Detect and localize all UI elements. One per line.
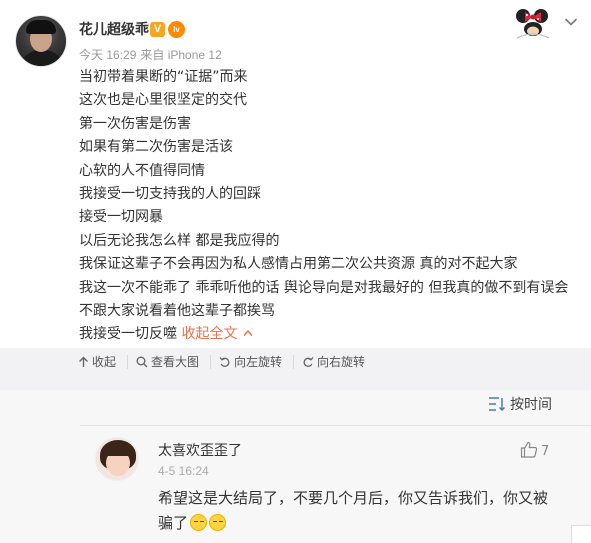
post-line: 接受一切网暴 <box>79 209 163 226</box>
sort-by-time-button[interactable]: 按时间 <box>488 394 552 414</box>
minnie-pendant-icon <box>516 9 550 39</box>
chevron-up-icon <box>243 330 254 337</box>
image-toolbar: 收起 查看大图 向左旋转 向右旋转 <box>0 348 591 376</box>
post-content: 当初带着果断的“证据”而来 这次也是心里很坚定的交代 第一次伤害是伤害 如果有第… <box>79 66 579 347</box>
username[interactable]: 花儿超级乖 <box>79 19 149 39</box>
rotate-right-icon <box>303 357 314 367</box>
scroll-corner <box>571 525 591 543</box>
post-line: 以后无论我怎么样 都是我应得的 <box>79 232 280 249</box>
emoji-icon <box>209 514 227 531</box>
post-source: 来自 iPhone 12 <box>140 48 222 62</box>
post-line: 当初带着果断的“证据”而来 <box>79 69 248 85</box>
post-line: 如果有第二次伤害是活该 <box>79 139 233 156</box>
post-line: 不跟大家说看着他这辈子都挨骂 <box>79 303 275 320</box>
post-line: 第一次伤害是伤害 <box>79 115 191 132</box>
like-count: 7 <box>541 444 550 459</box>
post-line-text: 我接受一切反噬 <box>79 326 177 343</box>
collapse-button[interactable]: 收起 <box>78 348 116 376</box>
commenter-avatar[interactable] <box>95 437 139 481</box>
post-line: 我接受一切支持我的人的回踩 <box>79 186 261 203</box>
toolbar-divider <box>127 355 128 369</box>
verified-badge: V <box>150 22 165 37</box>
collapse-text-link[interactable]: 收起全文 <box>181 326 254 343</box>
emoji-icon <box>190 514 208 531</box>
sort-icon <box>489 397 506 412</box>
post-line: 心软的人不值得同情 <box>79 162 205 179</box>
post-line-last: 我接受一切反噬 收起全文 <box>79 323 579 346</box>
weibo-post: 花儿超级乖 V lv 今天 16:29 来自 iPhone 12 当初带着果断的“… <box>0 0 591 348</box>
rotate-left-button[interactable]: 向左旋转 <box>219 348 282 376</box>
post-line: 这次也是心里很坚定的交代 <box>79 92 247 109</box>
search-icon <box>136 356 148 368</box>
toolbar-divider <box>293 355 294 369</box>
user-avatar[interactable] <box>15 15 67 67</box>
toolbar-divider <box>210 355 211 369</box>
comment-time: 4-5 16:24 <box>158 464 209 478</box>
collapse-label: 收起全文 <box>181 326 238 343</box>
sort-label: 按时间 <box>510 397 552 413</box>
chevron-down-icon[interactable] <box>563 14 579 30</box>
collapse-button-label: 收起 <box>92 355 117 369</box>
comments-section: 按时间 太喜欢歪歪了 7 4-5 16:24 希望这是大结局了，不要几个月后，你… <box>0 390 591 543</box>
level-badge: lv <box>168 21 185 38</box>
rotate-left-icon <box>219 357 230 367</box>
post-line: 我保证这辈子不会再因为私人感情占用第二次公共资源 真的对不起大家 <box>79 256 518 273</box>
view-large-button[interactable]: 查看大图 <box>136 348 199 376</box>
comment-like-button[interactable]: 7 <box>520 441 549 459</box>
comment-text: 希望这是大结局了，不要几个月后，你又告诉我们，你又被骗了 <box>158 486 558 536</box>
arrow-up-icon <box>79 356 88 367</box>
section-gap <box>0 376 591 390</box>
post-line: 我这一次不能乖了 乖乖听他的话 舆论导向是对我最好的 但我真的做不到有误会 <box>79 279 569 296</box>
post-time: 今天 16:29 <box>79 48 137 62</box>
comments-divider <box>80 425 591 426</box>
thumbs-up-icon <box>520 441 538 458</box>
rotate-right-button[interactable]: 向右旋转 <box>302 348 365 376</box>
rotate-right-label: 向右旋转 <box>317 355 366 369</box>
commenter-name[interactable]: 太喜欢歪歪了 <box>158 440 242 460</box>
post-meta: 今天 16:29 来自 iPhone 12 <box>79 46 226 63</box>
rotate-left-label: 向左旋转 <box>234 355 283 369</box>
view-large-label: 查看大图 <box>151 355 200 369</box>
